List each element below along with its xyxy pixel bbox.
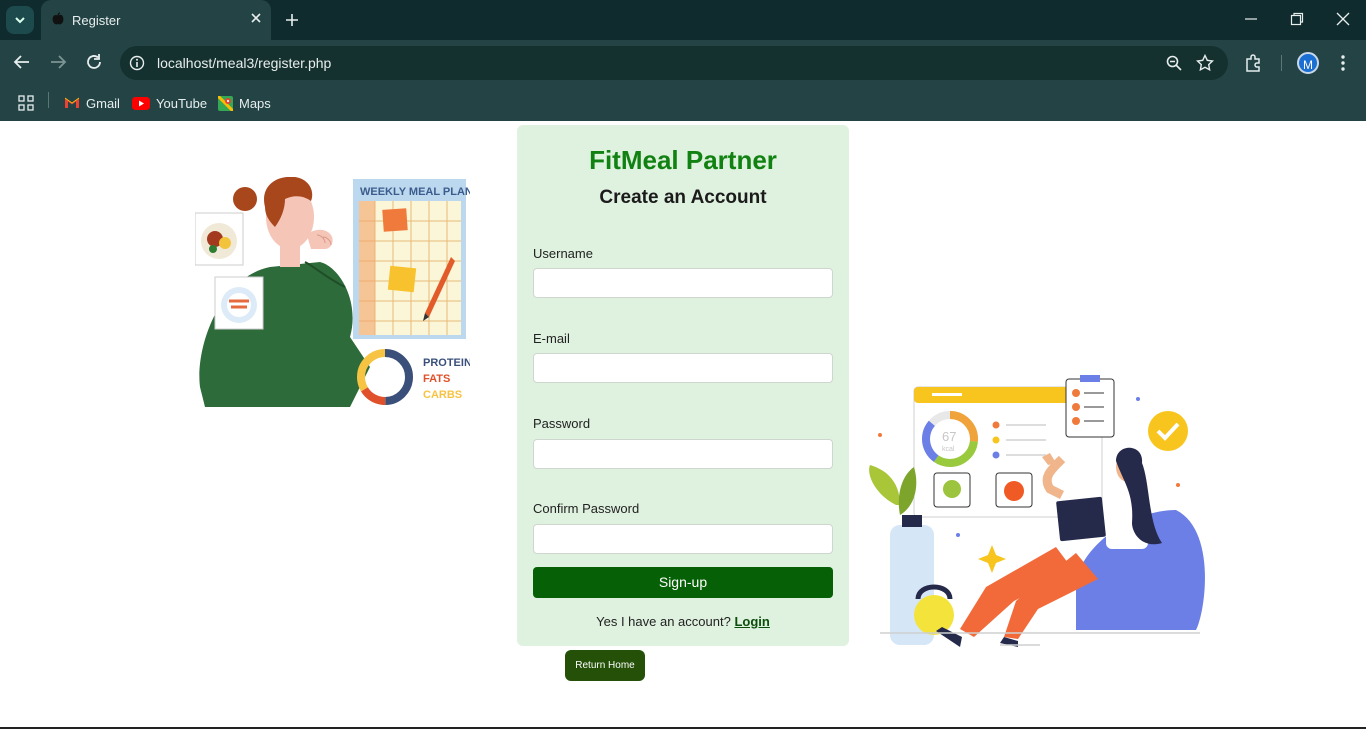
fitness-dashboard-illustration: 67 kcal [869,375,1205,647]
legend-carbs: CARBS [423,389,462,401]
tab-strip: Register [0,0,1366,40]
tab-title: Register [72,13,121,28]
apps-button[interactable] [18,93,34,113]
zoom-icon[interactable] [1166,55,1182,71]
signup-button[interactable]: Sign-up [533,567,833,598]
bookmark-maps[interactable]: Maps [218,93,271,113]
browser-toolbar: localhost/meal3/register.php M [0,40,1366,86]
password-input[interactable] [533,439,833,469]
toolbar-divider [1281,55,1282,71]
confirm-password-input[interactable] [533,524,833,554]
bookmark-gmail[interactable]: Gmail [64,93,120,113]
username-input[interactable] [533,268,833,298]
brand-title: FitMeal Partner [589,145,777,175]
maps-icon [218,95,233,111]
youtube-icon [132,96,150,110]
minimize-icon[interactable] [1244,12,1258,26]
register-card: FitMeal Partner Create an Account Userna… [517,125,849,646]
restore-icon[interactable] [1290,12,1304,26]
new-tab-icon[interactable] [282,10,302,30]
login-link[interactable]: Login [734,614,769,629]
bookmarks-divider [48,92,49,108]
forward-icon[interactable] [49,53,67,71]
legend-protein: PROTEIN [423,357,470,369]
kcal-unit: kcal [942,446,955,453]
url-text[interactable]: localhost/meal3/register.php [157,55,331,71]
kcal-value: 67 [942,429,956,444]
login-prompt-row: Yes I have an account? Login [517,614,849,629]
extensions-icon[interactable] [1244,53,1264,73]
login-prompt-text: Yes I have an account? [596,614,731,629]
site-info-icon[interactable] [129,55,145,71]
bookmark-label: Maps [239,95,271,111]
apple-favicon-icon [52,12,64,25]
address-bar[interactable]: localhost/meal3/register.php [120,46,1228,80]
bookmark-star-icon[interactable] [1196,54,1214,72]
password-label: Password [533,416,591,431]
meal-plan-illustration: WEEKLY MEAL PLAN PROTEIN FATS CARBS [195,177,470,407]
menu-kebab-icon[interactable] [1334,53,1352,73]
profile-avatar[interactable]: M [1297,52,1319,74]
email-input[interactable] [533,353,833,383]
return-home-button[interactable]: Return Home [565,650,645,681]
tab-register[interactable]: Register [41,0,271,40]
back-icon[interactable] [13,53,31,71]
gmail-icon [64,97,80,108]
chevron-down-icon [15,17,25,24]
legend-fats: FATS [423,373,450,385]
close-tab-icon[interactable] [249,11,263,25]
apps-grid-icon [18,95,34,111]
confirm-password-label: Confirm Password [533,501,640,516]
bookmark-youtube[interactable]: YouTube [132,93,207,113]
reload-icon[interactable] [85,53,103,71]
bookmark-label: YouTube [156,95,208,111]
page-title: Create an Account [599,187,767,208]
plan-title: WEEKLY MEAL PLAN [360,186,470,198]
tab-search-button[interactable] [6,6,34,34]
bookmarks-bar: Gmail YouTube Maps [0,86,1366,121]
username-label: Username [533,246,593,261]
close-window-icon[interactable] [1336,12,1350,26]
email-label: E-mail [533,331,570,346]
register-page: WEEKLY MEAL PLAN PROTEIN FATS CARBS FitM… [0,121,1366,729]
bookmark-label: Gmail [86,95,120,111]
